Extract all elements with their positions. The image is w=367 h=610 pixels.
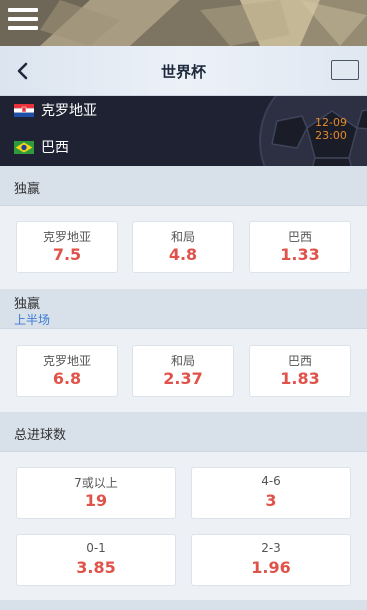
option-label: 巴西: [287, 354, 312, 368]
odds-option[interactable]: 和局 2.37: [132, 345, 234, 397]
croatia-flag-icon: [14, 103, 34, 117]
odds-option[interactable]: 巴西 1.33: [249, 221, 351, 273]
option-label: 4-6: [261, 474, 281, 488]
option-odds: 2.37: [163, 369, 203, 388]
option-odds: 1.83: [280, 369, 320, 388]
option-odds: 7.5: [52, 245, 82, 264]
away-team: 巴西: [14, 137, 69, 157]
option-odds: 3: [265, 491, 277, 510]
navigation-bar: 世界杯: [0, 46, 367, 96]
market-header: 独赢: [0, 166, 367, 206]
next-market-header: [0, 600, 367, 610]
market-subtitle-link[interactable]: 上半场: [14, 311, 50, 328]
market-title: 独赢: [14, 182, 41, 197]
match-time: 23:00: [315, 129, 347, 142]
option-label: 和局: [170, 230, 195, 244]
option-odds: 1.33: [280, 245, 320, 264]
option-label: 和局: [170, 354, 195, 368]
option-label: 2-3: [261, 541, 281, 555]
soccer-ball-icon: [259, 96, 367, 166]
market-header: 总进球数: [0, 412, 367, 452]
odds-option[interactable]: 和局 4.8: [132, 221, 234, 273]
square-icon[interactable]: [331, 60, 359, 80]
option-odds: 4.8: [168, 245, 198, 264]
odds-option[interactable]: 7或以上 19: [16, 467, 176, 519]
menu-button[interactable]: [8, 8, 38, 38]
market-title: 总进球数: [14, 428, 67, 443]
option-odds: 19: [84, 491, 108, 510]
option-odds: 3.85: [76, 558, 116, 577]
hamburger-icon: [8, 8, 38, 12]
option-label: 巴西: [287, 230, 312, 244]
match-header: 克罗地亚 巴西 12-09 23:00: [0, 96, 367, 166]
market-title: 独赢: [14, 297, 41, 312]
geometric-background: [0, 0, 367, 46]
option-label: 0-1: [86, 541, 106, 555]
option-odds: 1.96: [251, 558, 291, 577]
market-header: 独赢 上半场: [0, 289, 367, 329]
odds-option[interactable]: 2-3 1.96: [191, 534, 351, 586]
top-banner: [0, 0, 367, 46]
match-datetime: 12-09 23:00: [315, 116, 347, 142]
odds-option[interactable]: 克罗地亚 6.8: [16, 345, 118, 397]
hamburger-icon-line: [8, 26, 38, 30]
page-title: 世界杯: [160, 63, 206, 81]
match-date: 12-09: [315, 116, 347, 129]
option-label: 克罗地亚: [42, 230, 91, 244]
option-label: 克罗地亚: [42, 354, 91, 368]
odds-option[interactable]: 4-6 3: [191, 467, 351, 519]
home-team-name: 克罗地亚: [41, 103, 97, 119]
odds-option[interactable]: 巴西 1.83: [249, 345, 351, 397]
brazil-flag-icon: [14, 140, 34, 154]
home-team: 克罗地亚: [14, 100, 97, 120]
hamburger-icon-line: [8, 17, 38, 21]
away-team-name: 巴西: [41, 140, 69, 156]
odds-option[interactable]: 0-1 3.85: [16, 534, 176, 586]
option-odds: 6.8: [52, 369, 82, 388]
option-label: 7或以上: [74, 476, 118, 490]
odds-option[interactable]: 克罗地亚 7.5: [16, 221, 118, 273]
